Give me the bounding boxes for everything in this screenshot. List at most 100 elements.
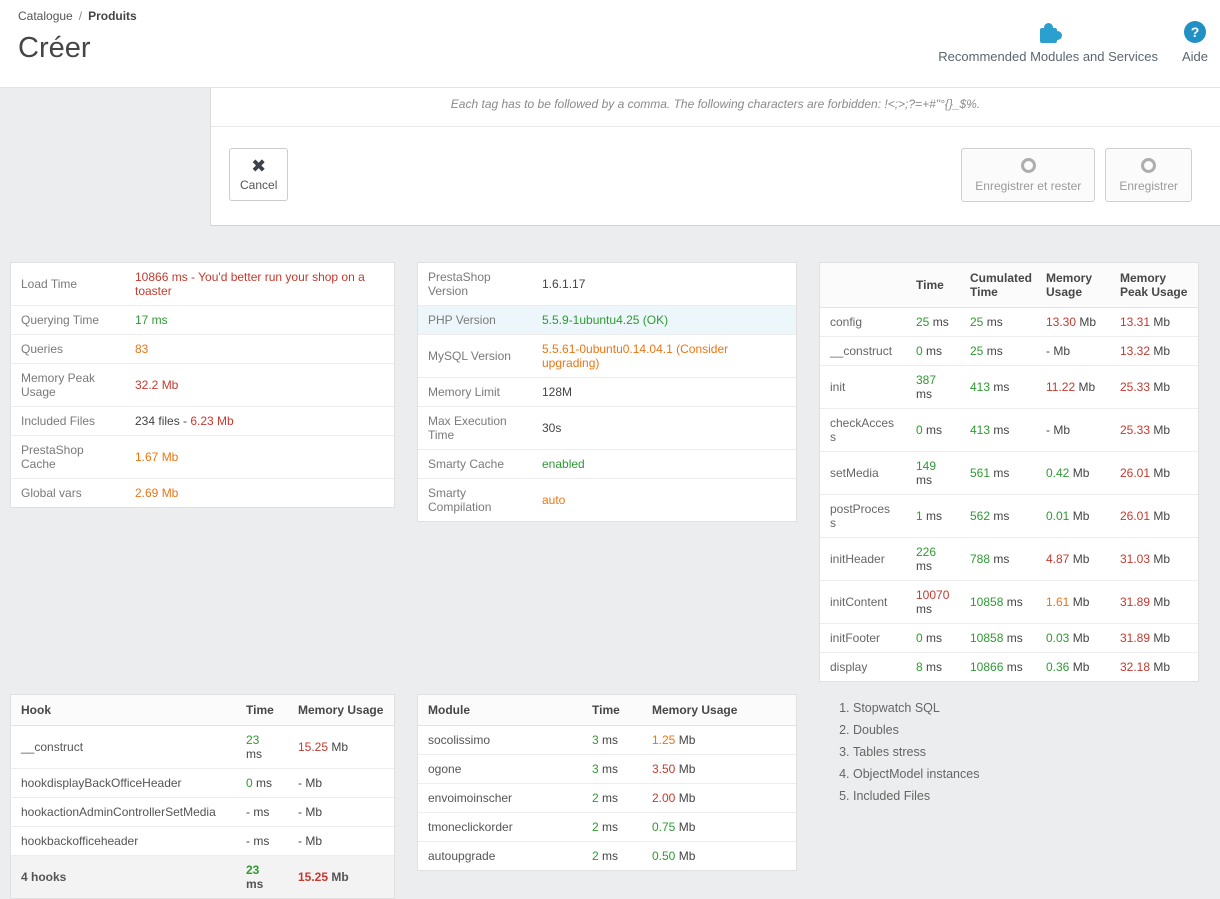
- cancel-button[interactable]: ✖ Cancel: [229, 148, 289, 201]
- row-label: Querying Time: [11, 305, 125, 335]
- cell-value: 1.67 Mb: [125, 435, 394, 479]
- cell-text: Mb: [1075, 380, 1096, 394]
- data-table: Time Cumulated Time Memory Usage Memory Pea…: [820, 263, 1198, 681]
- checklist-item: ObjectModel instances: [853, 764, 1199, 786]
- cell-text: Mb: [1076, 315, 1097, 329]
- cell-text: hookactionAdminControllerSetMedia: [21, 805, 216, 819]
- cell-text: tmoneclickorder: [428, 820, 513, 834]
- cell-text: ms: [916, 602, 932, 616]
- row-label: Load Time: [11, 263, 125, 306]
- cell-value: 2 ms: [582, 841, 642, 870]
- cell-value: 0.01 Mb: [1036, 494, 1110, 538]
- cell-text: 0.03: [1046, 631, 1070, 645]
- cell-text: 11.22: [1046, 380, 1076, 394]
- header-row: Module Time Memory Usage: [418, 695, 796, 726]
- cell-value: 11.22 Mb: [1036, 365, 1110, 409]
- cell-text: 26.01: [1120, 509, 1151, 523]
- save-and-stay-button[interactable]: Enregistrer et rester: [961, 148, 1096, 202]
- cell-text: 226: [916, 545, 937, 559]
- cell-value: 3.50 Mb: [642, 754, 796, 784]
- table-row: __construct 0 ms 25 ms - Mb 13.32 Mb: [820, 336, 1198, 366]
- cell-text: 1: [916, 509, 923, 523]
- cell-text: 0: [916, 344, 923, 358]
- cell-text: 31.89: [1120, 595, 1151, 609]
- row-label: __construct: [820, 336, 906, 366]
- cell-value: 0.50 Mb: [642, 841, 796, 870]
- cell-value: 30s: [532, 406, 796, 450]
- table-row: initFooter 0 ms 10858 ms 0.03 Mb 31.89 Mb: [820, 623, 1198, 653]
- cell-text: 1.6.1.17: [542, 277, 586, 291]
- recommended-modules-link[interactable]: Recommended Modules and Services: [938, 20, 1158, 64]
- puzzle-icon: [1039, 23, 1062, 43]
- cell-value: 2.00 Mb: [642, 783, 796, 813]
- cell-text: Mb: [1150, 344, 1171, 358]
- breadcrumb-item-catalogue[interactable]: Catalogue: [18, 9, 73, 23]
- cell-text: Mb: [1069, 509, 1090, 523]
- cell-text: - Mb: [298, 834, 322, 848]
- cell-text: hookdisplayBackOfficeHeader: [21, 776, 182, 790]
- cell-text: ms: [916, 473, 932, 487]
- cell-value: 25.33 Mb: [1110, 365, 1198, 409]
- cell-value: - ms: [236, 826, 288, 856]
- table-row: hookactionAdminControllerSetMedia - ms - M…: [11, 797, 394, 827]
- cell-text: 562: [970, 509, 991, 523]
- load-stats-panel: Load Time 10866 ms - You'd better run you…: [10, 262, 395, 508]
- cell-text: ms: [929, 315, 949, 329]
- cell-text: ms: [990, 509, 1010, 523]
- cell-text: ms: [983, 344, 1003, 358]
- cell-text: __construct: [21, 740, 84, 754]
- server-config-panel: PrestaShop Version 1.6.1.17 PHP Version 5.5…: [417, 262, 797, 522]
- cell-text: ms: [246, 747, 262, 761]
- product-form-panel: Each tag has to be followed by a comma. …: [210, 88, 1220, 226]
- cell-text: Smarty Compilation: [428, 486, 492, 514]
- data-table: Hook Time Memory Usage __construct 23 ms 15.2…: [11, 695, 394, 898]
- cell-text: 2.69 Mb: [135, 486, 179, 500]
- row-label: init: [820, 365, 906, 409]
- help-link[interactable]: ? Aide: [1182, 21, 1208, 64]
- breadcrumb-item-produits[interactable]: Produits: [88, 9, 137, 23]
- cell-value: 2 ms: [582, 812, 642, 842]
- cell-value: 1.6.1.17: [532, 263, 796, 306]
- cell-value: 1 ms: [906, 494, 960, 538]
- cell-value: 15.25 Mb: [288, 725, 394, 769]
- cell-text: 128M: [542, 385, 573, 399]
- row-label: config: [820, 307, 906, 337]
- cell-text: Mb: [1150, 380, 1171, 394]
- cell-text: 0: [246, 776, 253, 790]
- cell-text: 788: [970, 552, 991, 566]
- cell-text: 2: [592, 820, 599, 834]
- cell-text: socolissimo: [428, 733, 491, 747]
- cell-value: 1.25 Mb: [642, 725, 796, 755]
- row-label: PrestaShop Version: [418, 263, 532, 306]
- cell-value: 0.03 Mb: [1036, 623, 1110, 653]
- cell-text: 0.75: [652, 820, 676, 834]
- table-row: PHP Version 5.5.9-1ubuntu4.25 (OK): [418, 305, 796, 335]
- spinner-icon: [1141, 158, 1157, 173]
- cell-text: 0.01: [1046, 509, 1070, 523]
- column-header: Time: [906, 263, 960, 308]
- cell-text: 149: [916, 459, 937, 473]
- cell-text: MySQL Version: [428, 349, 511, 363]
- cell-text: Mb: [1069, 466, 1090, 480]
- column-header: Time: [582, 695, 642, 726]
- table-row: Smarty Cache enabled: [418, 449, 796, 479]
- cell-value: 4.87 Mb: [1036, 537, 1110, 581]
- row-label: Memory Peak Usage: [11, 363, 125, 407]
- cell-text: 0.50: [652, 849, 676, 863]
- cell-value: 13.31 Mb: [1110, 307, 1198, 337]
- save-button[interactable]: Enregistrer: [1105, 148, 1192, 202]
- cell-text: ms: [1003, 595, 1023, 609]
- cell-text: Mb: [1069, 595, 1090, 609]
- cell-value: auto: [532, 478, 796, 521]
- cell-text: initHeader: [830, 552, 885, 566]
- cell-text: - Mb: [1046, 344, 1070, 358]
- cell-text: 1.61: [1046, 595, 1070, 609]
- cell-text: initContent: [830, 595, 888, 609]
- table-row: display 8 ms 10866 ms 0.36 Mb 32.18 Mb: [820, 652, 1198, 681]
- cell-text: ms: [1003, 631, 1023, 645]
- cell-text: ms: [922, 344, 943, 358]
- cell-value: 23 ms: [236, 855, 288, 898]
- cell-text: Mb: [1150, 466, 1171, 480]
- cell-value: - Mb: [1036, 336, 1110, 366]
- table-row: __construct 23 ms 15.25 Mb: [11, 725, 394, 769]
